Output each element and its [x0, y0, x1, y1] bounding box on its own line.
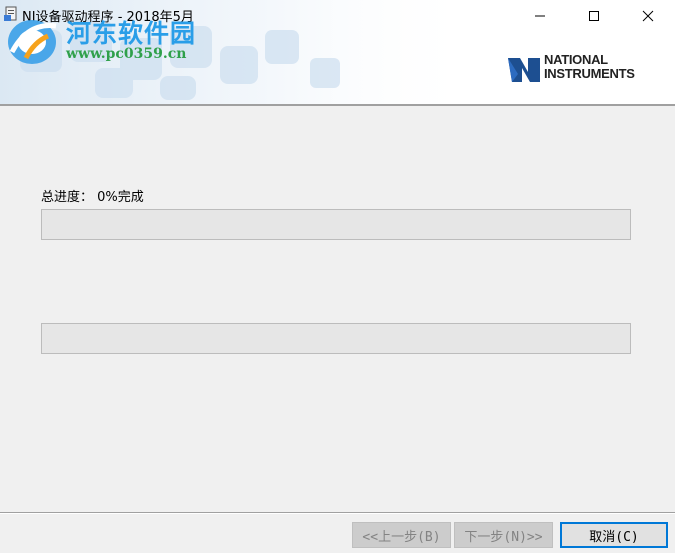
- close-icon: [642, 10, 654, 22]
- header-banner: NI设备驱动程序 - 2018年5月 河东软件园 www.pc0359.cn N…: [0, 0, 675, 104]
- watermark-logo-icon: [8, 20, 57, 64]
- watermark-url: www.pc0359.cn: [66, 46, 187, 62]
- maximize-button[interactable]: [566, 0, 622, 32]
- installer-window: NI设备驱动程序 - 2018年5月 河东软件园 www.pc0359.cn N…: [0, 0, 675, 553]
- minimize-icon: [535, 15, 545, 17]
- watermark-site-name: 河东软件园: [66, 19, 197, 48]
- overall-progress-bar: [41, 209, 631, 240]
- ni-brand-logo: NATIONAL INSTRUMENTS: [506, 48, 656, 92]
- detail-progress-bar: [41, 323, 631, 354]
- header-divider: [0, 104, 675, 106]
- overall-progress-label: 总进度： 0%完成: [41, 190, 144, 205]
- next-button[interactable]: 下一步(N)>>: [454, 522, 553, 548]
- ni-eagle-icon: [508, 58, 540, 82]
- footer-divider-highlight: [0, 513, 675, 514]
- minimize-button[interactable]: [512, 0, 568, 32]
- maximize-icon: [589, 11, 599, 21]
- back-button[interactable]: <<上一步(B): [352, 522, 451, 548]
- ni-brand-line1: NATIONAL: [544, 52, 608, 67]
- ni-brand-line2: INSTRUMENTS: [544, 66, 635, 81]
- cancel-button[interactable]: 取消(C): [560, 522, 668, 548]
- close-button[interactable]: [620, 0, 675, 32]
